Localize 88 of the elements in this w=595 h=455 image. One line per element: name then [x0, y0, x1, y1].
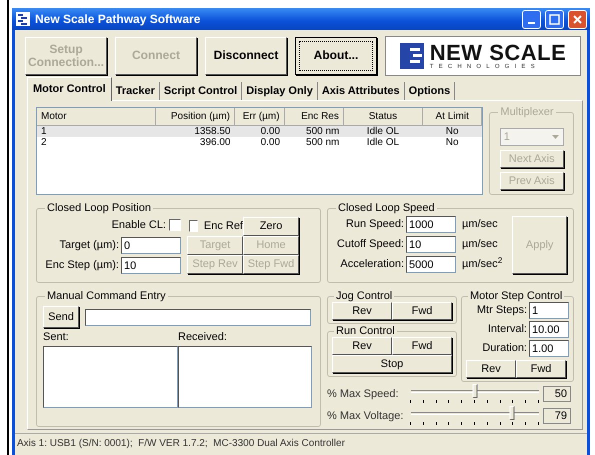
send-button[interactable]: Send: [43, 306, 79, 328]
tab[interactable]: Motor Control: [27, 76, 112, 101]
input-field[interactable]: 0: [121, 237, 181, 254]
minimize-icon: [528, 22, 535, 24]
group-title: Motor Step Control: [469, 291, 564, 302]
field-label: Cutoff Speed:: [336, 237, 404, 252]
table-cell: 0.00: [234, 137, 284, 148]
received-label: Received:: [178, 330, 228, 345]
checkbox-label: Enable CL:: [112, 218, 166, 233]
slider-label: % Max Speed:: [327, 386, 400, 402]
column-header[interactable]: Motor: [37, 108, 156, 126]
group-title: Closed Loop Position: [46, 203, 152, 214]
column-header[interactable]: Enc Res: [284, 108, 344, 126]
unit-label: µm/sec: [462, 237, 498, 252]
window-title: New Scale Pathway Software: [35, 11, 202, 28]
column-header[interactable]: Err (µm): [234, 108, 284, 126]
table-cell: 1358.50: [155, 126, 234, 137]
group-title: Closed Loop Speed: [337, 203, 436, 214]
slider-value: 79: [543, 408, 571, 424]
table-cell: 396.00: [155, 137, 234, 148]
tab[interactable]: Options: [404, 82, 456, 100]
run-button[interactable]: Stop: [332, 355, 452, 373]
logo-text: NEW SCALE: [430, 42, 566, 64]
column-header[interactable]: At Limit: [422, 108, 482, 126]
jog-button[interactable]: Fwd: [392, 302, 452, 320]
field-label: Acceleration:: [339, 257, 404, 272]
unit-label: µm/sec$^{2}$: [462, 256, 502, 272]
input-field[interactable]: 10: [121, 257, 181, 274]
input-field[interactable]: 1.00: [529, 340, 569, 357]
column-header[interactable]: Status: [343, 108, 422, 126]
sent-label: Sent:: [43, 330, 70, 345]
group-title: Manual Command Entry: [46, 291, 167, 302]
tab[interactable]: Script Control: [160, 82, 242, 100]
status-bar: Axis 1: USB1 (S/N: 0001); F/W VER 1.7.2; MC-3300 Dual Axis Controller: [15, 433, 587, 449]
table-cell: Idle OL: [343, 137, 422, 148]
input-field[interactable]: 1: [529, 302, 569, 319]
table-cell: No: [422, 126, 482, 137]
maximize-icon: [549, 14, 560, 24]
minimize-button[interactable]: [522, 10, 541, 28]
slider-value: 50: [543, 386, 571, 402]
tab[interactable]: Tracker: [112, 82, 160, 100]
table-cell: Idle OL: [343, 126, 422, 137]
table-cell: 0.00: [234, 126, 284, 137]
field-label: Enc Step (µm):: [45, 258, 119, 274]
column-header[interactable]: Position (µm): [155, 108, 234, 126]
unit-label: µm/sec: [462, 217, 498, 232]
toolbar-button[interactable]: About...: [295, 37, 377, 75]
caret-icon: [552, 134, 559, 139]
step-button[interactable]: Fwd: [516, 360, 566, 378]
close-button[interactable]: [568, 10, 587, 28]
logo-mark-icon: [400, 43, 424, 69]
table-cell: 500 nm: [284, 137, 344, 148]
maximize-button[interactable]: [545, 10, 564, 28]
input-field[interactable]: 5000: [406, 256, 456, 273]
input-field[interactable]: 1000: [406, 216, 456, 233]
command-field[interactable]: [85, 308, 311, 326]
group-title: Multiplexer: [499, 107, 555, 118]
close-icon: [572, 14, 583, 24]
action-button[interactable]: Zero: [243, 216, 299, 236]
slider[interactable]: [411, 384, 539, 404]
jog-button[interactable]: Rev: [332, 302, 392, 320]
checkbox[interactable]: [169, 219, 181, 231]
slider-thumb[interactable]: [472, 384, 478, 398]
field-label: Duration:: [482, 341, 527, 356]
group-title: Jog Control: [335, 291, 394, 302]
tab[interactable]: Display Only: [242, 82, 318, 100]
input-field[interactable]: 10: [406, 236, 456, 253]
field-label: Run Speed:: [344, 217, 404, 232]
group-title: Run Control: [335, 326, 396, 337]
slider[interactable]: [411, 406, 539, 426]
table-cell: 1: [37, 126, 156, 137]
step-button[interactable]: Rev: [466, 360, 516, 378]
slider-thumb[interactable]: [510, 406, 515, 420]
field-label: Mtr Steps:: [476, 303, 527, 318]
table-cell: 500 nm: [284, 126, 344, 137]
field-label: Target (µm):: [59, 238, 119, 254]
checkbox-label: Enc Ref: [204, 218, 243, 234]
toolbar-button[interactable]: Disconnect: [205, 37, 287, 75]
table-cell: No: [422, 137, 482, 148]
table-cell: 2: [37, 137, 156, 148]
app-icon: [15, 11, 31, 27]
field-label: Interval:: [488, 322, 527, 338]
tab[interactable]: Axis Attributes: [318, 82, 405, 100]
input-field[interactable]: 10.00: [529, 321, 569, 338]
run-button[interactable]: Fwd: [392, 337, 452, 355]
slider-label: % Max Voltage:: [327, 408, 404, 424]
run-button[interactable]: Rev: [332, 337, 392, 355]
checkbox[interactable]: [189, 220, 198, 232]
